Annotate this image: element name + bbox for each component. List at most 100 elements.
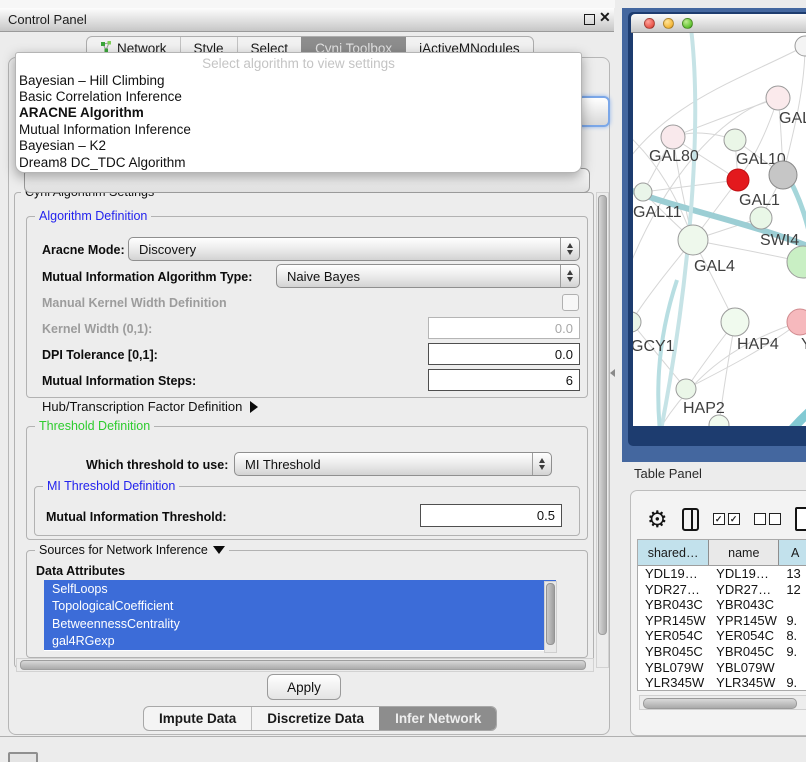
network-window-titlebar[interactable] bbox=[631, 14, 806, 33]
mi-steps-value: 6 bbox=[566, 373, 573, 388]
which-threshold-combo[interactable]: MI Threshold bbox=[234, 452, 552, 476]
hub-definition-expander[interactable]: Hub/Transcription Factor Definition bbox=[42, 399, 258, 414]
table-cell: YER054C bbox=[709, 628, 779, 644]
split-columns-icon[interactable] bbox=[682, 508, 699, 531]
spinner-icon bbox=[560, 265, 579, 287]
mac-zoom-icon[interactable] bbox=[682, 18, 693, 29]
page-icon[interactable] bbox=[795, 507, 806, 531]
close-icon[interactable]: ✕ bbox=[599, 9, 611, 26]
aracne-mode-combo[interactable]: Discovery bbox=[128, 237, 580, 261]
spinner-icon bbox=[560, 238, 579, 260]
dropdown-item-dream8-dc-tdc-algorithm[interactable]: Dream8 DC_TDC Algorithm bbox=[16, 154, 581, 170]
dropdown-item-basic-correlation-inference[interactable]: Basic Correlation Inference bbox=[16, 88, 581, 104]
network-node-gal80[interactable] bbox=[661, 125, 685, 149]
network-node-gcy1[interactable] bbox=[633, 312, 641, 332]
table-row[interactable]: YBL079WYBL079W bbox=[638, 660, 806, 676]
kernel-width-field[interactable]: 0.0 bbox=[428, 317, 580, 339]
settings-vertical-scrollbar[interactable] bbox=[596, 192, 609, 668]
network-node[interactable] bbox=[787, 246, 806, 278]
attribute-item-selfloops[interactable]: SelfLoops bbox=[44, 580, 556, 598]
network-node-label: SWI4 bbox=[760, 232, 799, 249]
table-row[interactable]: YBR045CYBR045C9. bbox=[638, 644, 806, 660]
column-header-a[interactable]: A bbox=[779, 540, 806, 565]
kernel-width-label: Kernel Width (0,1): bbox=[42, 322, 152, 336]
minimized-panel-icon[interactable] bbox=[8, 752, 38, 762]
attribute-item-topologicalcoefficient[interactable]: TopologicalCoefficient bbox=[44, 598, 556, 616]
network-node-gal10[interactable] bbox=[724, 129, 746, 151]
table-cell: 12 bbox=[779, 582, 806, 598]
mac-close-icon[interactable] bbox=[644, 18, 655, 29]
network-node-label: GAL bbox=[779, 110, 806, 127]
float-window-icon[interactable] bbox=[584, 14, 595, 25]
settings-horizontal-scrollbar-thumb[interactable] bbox=[20, 660, 586, 670]
bottom-tab-impute-data[interactable]: Impute Data bbox=[144, 707, 251, 730]
settings-horizontal-scrollbar[interactable] bbox=[16, 658, 594, 672]
attribute-item-betweennesscentrality[interactable]: BetweennessCentrality bbox=[44, 615, 556, 633]
table-row[interactable]: YER054CYER054C8. bbox=[638, 628, 806, 644]
network-node[interactable] bbox=[795, 36, 806, 56]
dropdown-item-bayesian-k2[interactable]: Bayesian – K2 bbox=[16, 138, 581, 154]
table-cell: YLR345W bbox=[709, 675, 779, 690]
mac-minimize-icon[interactable] bbox=[663, 18, 674, 29]
network-canvas[interactable]: GALGAL80GAL10GAL1GAL11SWI4GAL4GCY1HAP4YH… bbox=[633, 33, 806, 426]
mi-type-label: Mutual Information Algorithm Type: bbox=[42, 270, 252, 284]
column-header-name[interactable]: name bbox=[709, 540, 779, 565]
settings-vertical-scrollbar-thumb[interactable] bbox=[598, 195, 607, 635]
data-attributes-list: SelfLoopsTopologicalCoefficientBetweenne… bbox=[44, 580, 556, 651]
table-horizontal-scrollbar-thumb[interactable] bbox=[643, 698, 797, 709]
table-rows: YDL19…YDL19…13YDR27…YDR27…12YBR043CYBR04… bbox=[638, 566, 806, 690]
table-row[interactable]: YBR043CYBR043C bbox=[638, 597, 806, 613]
column-header-shared[interactable]: shared… bbox=[638, 540, 709, 565]
network-node-gal11[interactable] bbox=[634, 183, 652, 201]
table-row[interactable]: YLR345WYLR345W9. bbox=[638, 675, 806, 690]
attributes-scrollbar-thumb[interactable] bbox=[546, 583, 555, 645]
attribute-item-gal4rgexp[interactable]: gal4RGexp bbox=[44, 633, 556, 651]
network-node-label: GAL1 bbox=[739, 192, 780, 209]
table-cell: 9. bbox=[779, 613, 806, 629]
network-node-hap4[interactable] bbox=[721, 308, 749, 336]
table-row[interactable]: YDL19…YDL19…13 bbox=[638, 566, 806, 582]
table-cell: YBR043C bbox=[638, 597, 709, 613]
kernel-width-value: 0.0 bbox=[555, 321, 573, 336]
network-node-label: Y bbox=[801, 336, 806, 353]
panel-splitter-handle[interactable] bbox=[610, 368, 617, 377]
bottom-tab-infer-network[interactable]: Infer Network bbox=[379, 707, 496, 730]
mi-type-combo[interactable]: Naive Bayes bbox=[276, 264, 580, 288]
network-node[interactable] bbox=[769, 161, 797, 189]
algorithm-dropdown-popup: Select algorithm to view settings Bayesi… bbox=[15, 52, 582, 173]
apply-button[interactable]: Apply bbox=[267, 674, 341, 700]
dpi-tolerance-value: 0.0 bbox=[555, 347, 573, 362]
network-node-gal1[interactable] bbox=[727, 169, 749, 191]
network-node-y[interactable] bbox=[787, 309, 806, 335]
dpi-tolerance-field[interactable]: 0.0 bbox=[428, 343, 580, 365]
dropdown-item-mutual-information-inference[interactable]: Mutual Information Inference bbox=[16, 121, 581, 137]
table-cell: YDR27… bbox=[638, 582, 709, 598]
dropdown-item-aracne-algorithm[interactable]: ARACNE Algorithm bbox=[16, 105, 581, 121]
bottom-tab-discretize-data[interactable]: Discretize Data bbox=[251, 707, 379, 730]
table-panel-toolbar: ⚙ ✓✓ bbox=[637, 501, 806, 537]
table-row[interactable]: YDR27…YDR27…12 bbox=[638, 582, 806, 598]
aracne-mode-label: Aracne Mode: bbox=[42, 243, 125, 257]
checked-pair-icon[interactable]: ✓✓ bbox=[713, 513, 740, 525]
network-node-swi4[interactable] bbox=[750, 207, 772, 229]
dropdown-item-bayesian-hill-climbing[interactable]: Bayesian – Hill Climbing bbox=[16, 72, 581, 88]
mi-steps-field[interactable]: 6 bbox=[428, 369, 580, 391]
hub-definition-label: Hub/Transcription Factor Definition bbox=[42, 399, 242, 414]
network-node-hap2[interactable] bbox=[676, 379, 696, 399]
network-node-gal[interactable] bbox=[766, 86, 790, 110]
attributes-scrollbar[interactable] bbox=[544, 581, 557, 653]
table-horizontal-scrollbar[interactable] bbox=[639, 695, 806, 710]
manual-kernel-checkbox[interactable] bbox=[562, 294, 579, 311]
gear-icon[interactable]: ⚙ bbox=[647, 508, 668, 531]
table-cell: YBL079W bbox=[709, 660, 779, 676]
mi-threshold-label: Mutual Information Threshold: bbox=[46, 510, 227, 524]
top-strip bbox=[0, 0, 615, 8]
sources-legend[interactable]: Sources for Network Inference bbox=[35, 543, 229, 557]
network-node-gal4[interactable] bbox=[678, 225, 708, 255]
unchecked-pair-icon[interactable] bbox=[754, 513, 781, 525]
table-row[interactable]: YPR145WYPR145W9. bbox=[638, 613, 806, 629]
table-cell: YLR345W bbox=[638, 675, 709, 690]
mi-threshold-field[interactable]: 0.5 bbox=[420, 504, 562, 527]
mi-threshold-value: 0.5 bbox=[537, 508, 555, 523]
table-cell: YDL19… bbox=[638, 566, 709, 582]
